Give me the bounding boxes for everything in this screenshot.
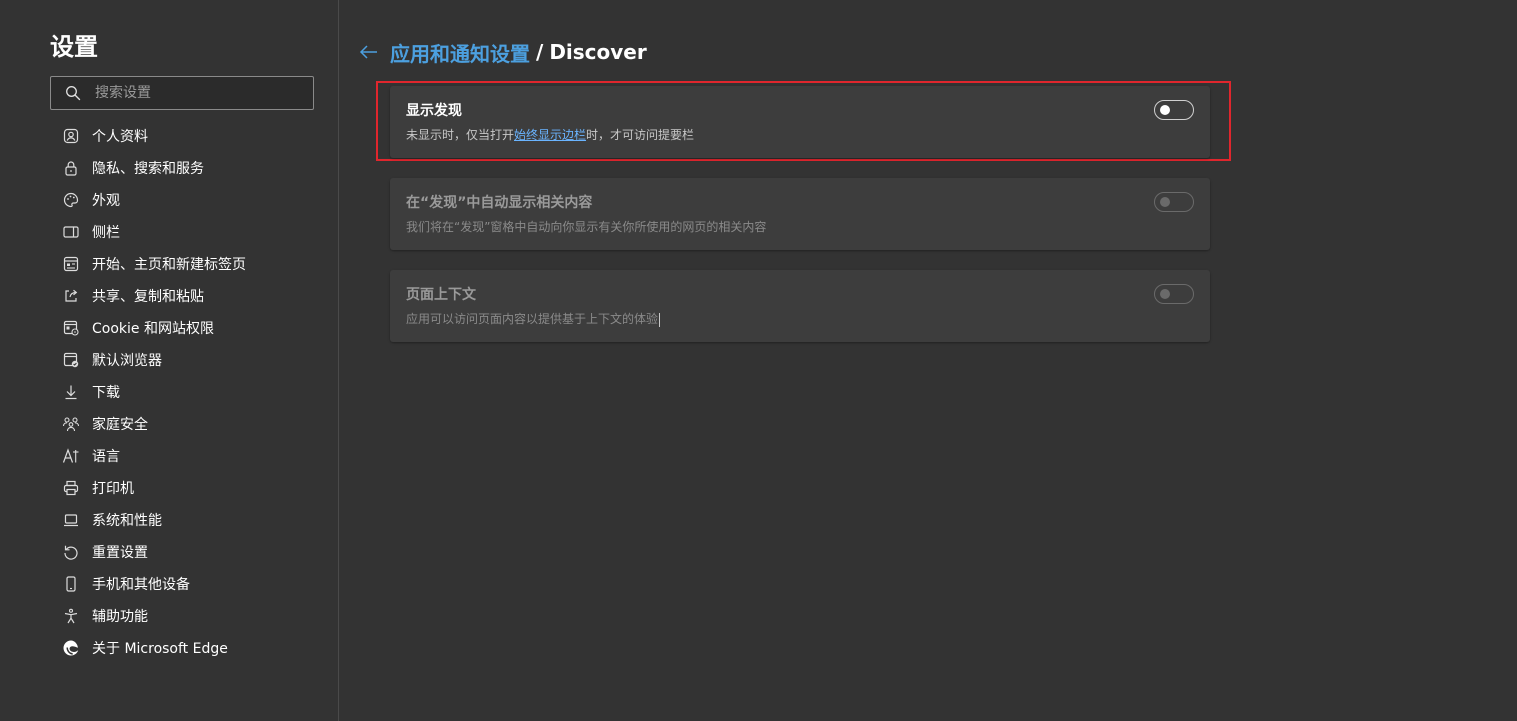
setting-description: 应用可以访问页面内容以提供基于上下文的体验 [406, 310, 661, 327]
sidebar-item-accessibility[interactable]: 辅助功能 [62, 600, 332, 632]
sidebar-item-label: 手机和其他设备 [92, 577, 190, 593]
sidebar-item-system-performance[interactable]: 系统和性能 [62, 504, 332, 536]
setting-description-text: 时，才可访问提要栏 [586, 128, 695, 142]
page-context-toggle[interactable] [1154, 284, 1194, 304]
sidebar-item-label: 家庭安全 [92, 417, 148, 433]
sidebar: 设置 个人资料 隐私、搜索和服务 [0, 0, 339, 721]
sidebar-item-label: 默认浏览器 [92, 353, 162, 369]
sidebar-item-family-safety[interactable]: 家庭安全 [62, 408, 332, 440]
setting-description-text: 应用可以访问页面内容以提供基于上下文的体验 [406, 312, 659, 326]
printer-icon [62, 479, 80, 497]
toggle-knob [1160, 197, 1170, 207]
auto-related-content-toggle[interactable] [1154, 192, 1194, 212]
sidebar-item-phone-devices[interactable]: 手机和其他设备 [62, 568, 332, 600]
sidebar-item-appearance[interactable]: 外观 [62, 184, 332, 216]
sidebar-item-label: 外观 [92, 193, 120, 209]
cookie-site-icon [62, 319, 80, 337]
sidebar-item-label: 打印机 [92, 481, 134, 497]
laptop-icon [62, 511, 80, 529]
sidebar-item-printers[interactable]: 打印机 [62, 472, 332, 504]
toggle-knob [1160, 105, 1170, 115]
palette-icon [62, 191, 80, 209]
sidebar-item-label: 共享、复制和粘贴 [92, 289, 204, 305]
setting-card-page-context: 页面上下文 应用可以访问页面内容以提供基于上下文的体验 [390, 270, 1210, 342]
text-caret [659, 312, 661, 327]
setting-title: 显示发现 [406, 103, 462, 119]
family-icon [62, 415, 80, 433]
main-content: 应用和通知设置 / Discover 显示发现 未显示时，仅当打开始终显示边栏时… [340, 0, 1517, 721]
sidebar-item-languages[interactable]: 语言 [62, 440, 332, 472]
search-box[interactable] [50, 76, 314, 110]
sidebar-title: 设置 [50, 33, 98, 61]
sidebar-item-label: 侧栏 [92, 225, 120, 241]
sidebar-item-label: 辅助功能 [92, 609, 148, 625]
settings-window: 设置 个人资料 隐私、搜索和服务 [0, 0, 1517, 721]
setting-card-show-discover: 显示发现 未显示时，仅当打开始终显示边栏时，才可访问提要栏 [390, 86, 1210, 158]
arrow-left-icon[interactable] [358, 41, 380, 63]
search-icon [66, 86, 81, 101]
reset-icon [62, 543, 80, 561]
sidebar-item-label: 关于 Microsoft Edge [92, 641, 228, 657]
breadcrumb: 应用和通知设置 / Discover [358, 36, 647, 68]
sidebar-item-reset-settings[interactable]: 重置设置 [62, 536, 332, 568]
accessibility-icon [62, 607, 80, 625]
page-title: Discover [549, 40, 647, 64]
sidebar-item-cookies-permissions[interactable]: Cookie 和网站权限 [62, 312, 332, 344]
setting-card-auto-related-content: 在“发现”中自动显示相关内容 我们将在“发现”窗格中自动向你显示有关你所使用的网… [390, 178, 1210, 250]
sidebar-item-label: 下载 [92, 385, 120, 401]
language-icon [62, 447, 80, 465]
setting-title: 在“发现”中自动显示相关内容 [406, 195, 593, 211]
sidebar-nav: 个人资料 隐私、搜索和服务 外观 侧栏 开始、主页和新建标签页 共享、复制和粘贴… [62, 120, 332, 664]
share-icon [62, 287, 80, 305]
setting-title: 页面上下文 [406, 287, 476, 303]
sidebar-item-label: 系统和性能 [92, 513, 162, 529]
search-input[interactable] [95, 77, 305, 109]
browser-icon [62, 351, 80, 369]
always-show-sidebar-link[interactable]: 始终显示边栏 [514, 128, 586, 142]
breadcrumb-separator: / [536, 40, 544, 64]
profile-icon [62, 127, 80, 145]
setting-description-text: 未显示时，仅当打开 [406, 128, 515, 142]
sidebar-item-default-browser[interactable]: 默认浏览器 [62, 344, 332, 376]
sidebar-item-sidebar[interactable]: 侧栏 [62, 216, 332, 248]
home-tab-icon [62, 255, 80, 273]
sidebar-icon [62, 223, 80, 241]
sidebar-item-downloads[interactable]: 下载 [62, 376, 332, 408]
show-discover-toggle[interactable] [1154, 100, 1194, 120]
breadcrumb-parent-link[interactable]: 应用和通知设置 [390, 38, 530, 67]
sidebar-item-label: 隐私、搜索和服务 [92, 161, 204, 177]
sidebar-item-label: 个人资料 [92, 129, 148, 145]
sidebar-item-label: 语言 [92, 449, 120, 465]
download-icon [62, 383, 80, 401]
sidebar-item-privacy[interactable]: 隐私、搜索和服务 [62, 152, 332, 184]
setting-description: 未显示时，仅当打开始终显示边栏时，才可访问提要栏 [406, 126, 694, 143]
toggle-knob [1160, 289, 1170, 299]
lock-icon [62, 159, 80, 177]
sidebar-item-share-copy-paste[interactable]: 共享、复制和粘贴 [62, 280, 332, 312]
sidebar-item-about-edge[interactable]: 关于 Microsoft Edge [62, 632, 332, 664]
sidebar-item-label: 开始、主页和新建标签页 [92, 257, 246, 273]
phone-icon [62, 575, 80, 593]
sidebar-item-profile[interactable]: 个人资料 [62, 120, 332, 152]
sidebar-item-label: 重置设置 [92, 545, 148, 561]
edge-icon [62, 639, 80, 657]
setting-description: 我们将在“发现”窗格中自动向你显示有关你所使用的网页的相关内容 [406, 220, 767, 234]
sidebar-item-start-home-newtab[interactable]: 开始、主页和新建标签页 [62, 248, 332, 280]
sidebar-item-label: Cookie 和网站权限 [92, 321, 214, 337]
